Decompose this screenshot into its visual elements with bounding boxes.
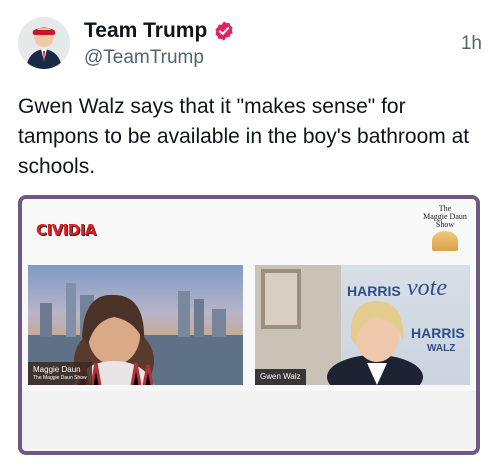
- show-badge-line-3: Show: [435, 220, 455, 229]
- video-panel-left: Maggie Daun The Maggie Daun Show: [28, 265, 243, 385]
- interview-scene: [261, 269, 423, 385]
- video-panel-right: HARRIS vote HARRIS WALZ Gwen Walz: [255, 265, 470, 385]
- show-badge-portrait: [432, 231, 458, 251]
- video-bottom-area: [22, 391, 476, 451]
- handle[interactable]: @TeamTrump: [84, 47, 204, 69]
- verified-badge-icon: [215, 21, 233, 41]
- show-badge: The Maggie Daun Show: [418, 205, 472, 259]
- display-name[interactable]: Team Trump: [84, 19, 207, 43]
- video-frame[interactable]: CIVIDIA The Maggie Daun Show Maggie Daun…: [18, 195, 480, 455]
- timestamp[interactable]: 1h: [461, 33, 482, 55]
- tweet-text: Gwen Walz says that it "makes sense" for…: [18, 95, 470, 178]
- channel-logo: CIVIDIA: [36, 221, 96, 239]
- avatar[interactable]: [18, 17, 70, 69]
- tweet-header: Team Trump @TeamTrump 1h: [18, 14, 482, 70]
- name-row: Team Trump: [84, 19, 235, 43]
- nameplate-right: Gwen Walz: [255, 369, 306, 385]
- nameplate-left-name: Maggie Daun: [33, 365, 81, 374]
- nameplate-left-sub: The Maggie Daun Show: [33, 375, 87, 381]
- nameplate-left: Maggie Daun The Maggie Daun Show: [28, 362, 92, 385]
